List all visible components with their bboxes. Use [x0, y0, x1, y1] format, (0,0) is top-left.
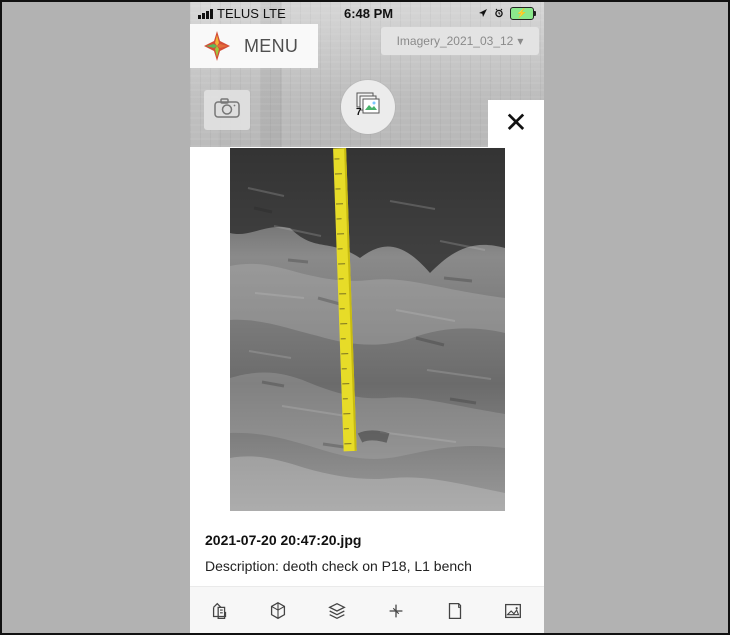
layers-icon [328, 602, 346, 620]
carrier-label: TELUS [217, 6, 259, 21]
crosshair-button[interactable] [384, 599, 408, 623]
status-time: 6:48 PM [344, 6, 394, 21]
app-logo [200, 29, 234, 63]
camera-button[interactable] [204, 90, 250, 130]
survey-button[interactable] [208, 599, 232, 623]
location-arrow-icon [478, 6, 488, 21]
note-icon [448, 603, 462, 619]
crosshair-icon [389, 604, 403, 618]
note-button[interactable] [443, 599, 467, 623]
close-button[interactable]: ✕ [488, 100, 544, 148]
status-right: ⚡ [478, 6, 536, 21]
soil-photo [230, 148, 505, 511]
cube-icon [270, 602, 286, 620]
bottom-toolbar [190, 586, 544, 633]
phone-screen: TELUS LTE 6:48 PM ⚡ MENU Imagery_2021_03… [190, 2, 544, 633]
image-button[interactable] [501, 599, 525, 623]
photo-filename: 2021-07-20 20:47:20.jpg [205, 532, 362, 548]
close-icon: ✕ [504, 107, 528, 138]
photo-description: Description: deoth check on P18, L1 benc… [205, 558, 472, 574]
camera-icon [213, 97, 241, 124]
menu-label: MENU [244, 35, 299, 56]
alarm-icon [494, 6, 504, 21]
imagery-label: Imagery_2021_03_12 [396, 34, 514, 48]
image-icon [505, 603, 521, 619]
battery-charging-icon: ⚡ [510, 7, 536, 20]
survey-icon [212, 602, 227, 619]
menu-button[interactable]: MENU [190, 24, 318, 68]
photo-card: 2021-07-20 20:47:20.jpg Description: deo… [190, 147, 544, 587]
status-left: TELUS LTE [198, 6, 286, 21]
signal-icon [198, 8, 213, 19]
cube-button[interactable] [266, 599, 290, 623]
chevron-down-icon: ▾ [517, 34, 524, 48]
status-bar: TELUS LTE 6:48 PM ⚡ [190, 2, 544, 24]
layers-button[interactable]: 7 [341, 80, 395, 134]
layers-toolbar-button[interactable] [325, 599, 349, 623]
network-label: LTE [262, 6, 286, 21]
badge-count: 7 [356, 107, 362, 118]
imagery-dropdown[interactable]: Imagery_2021_03_12 ▾ [381, 27, 539, 55]
